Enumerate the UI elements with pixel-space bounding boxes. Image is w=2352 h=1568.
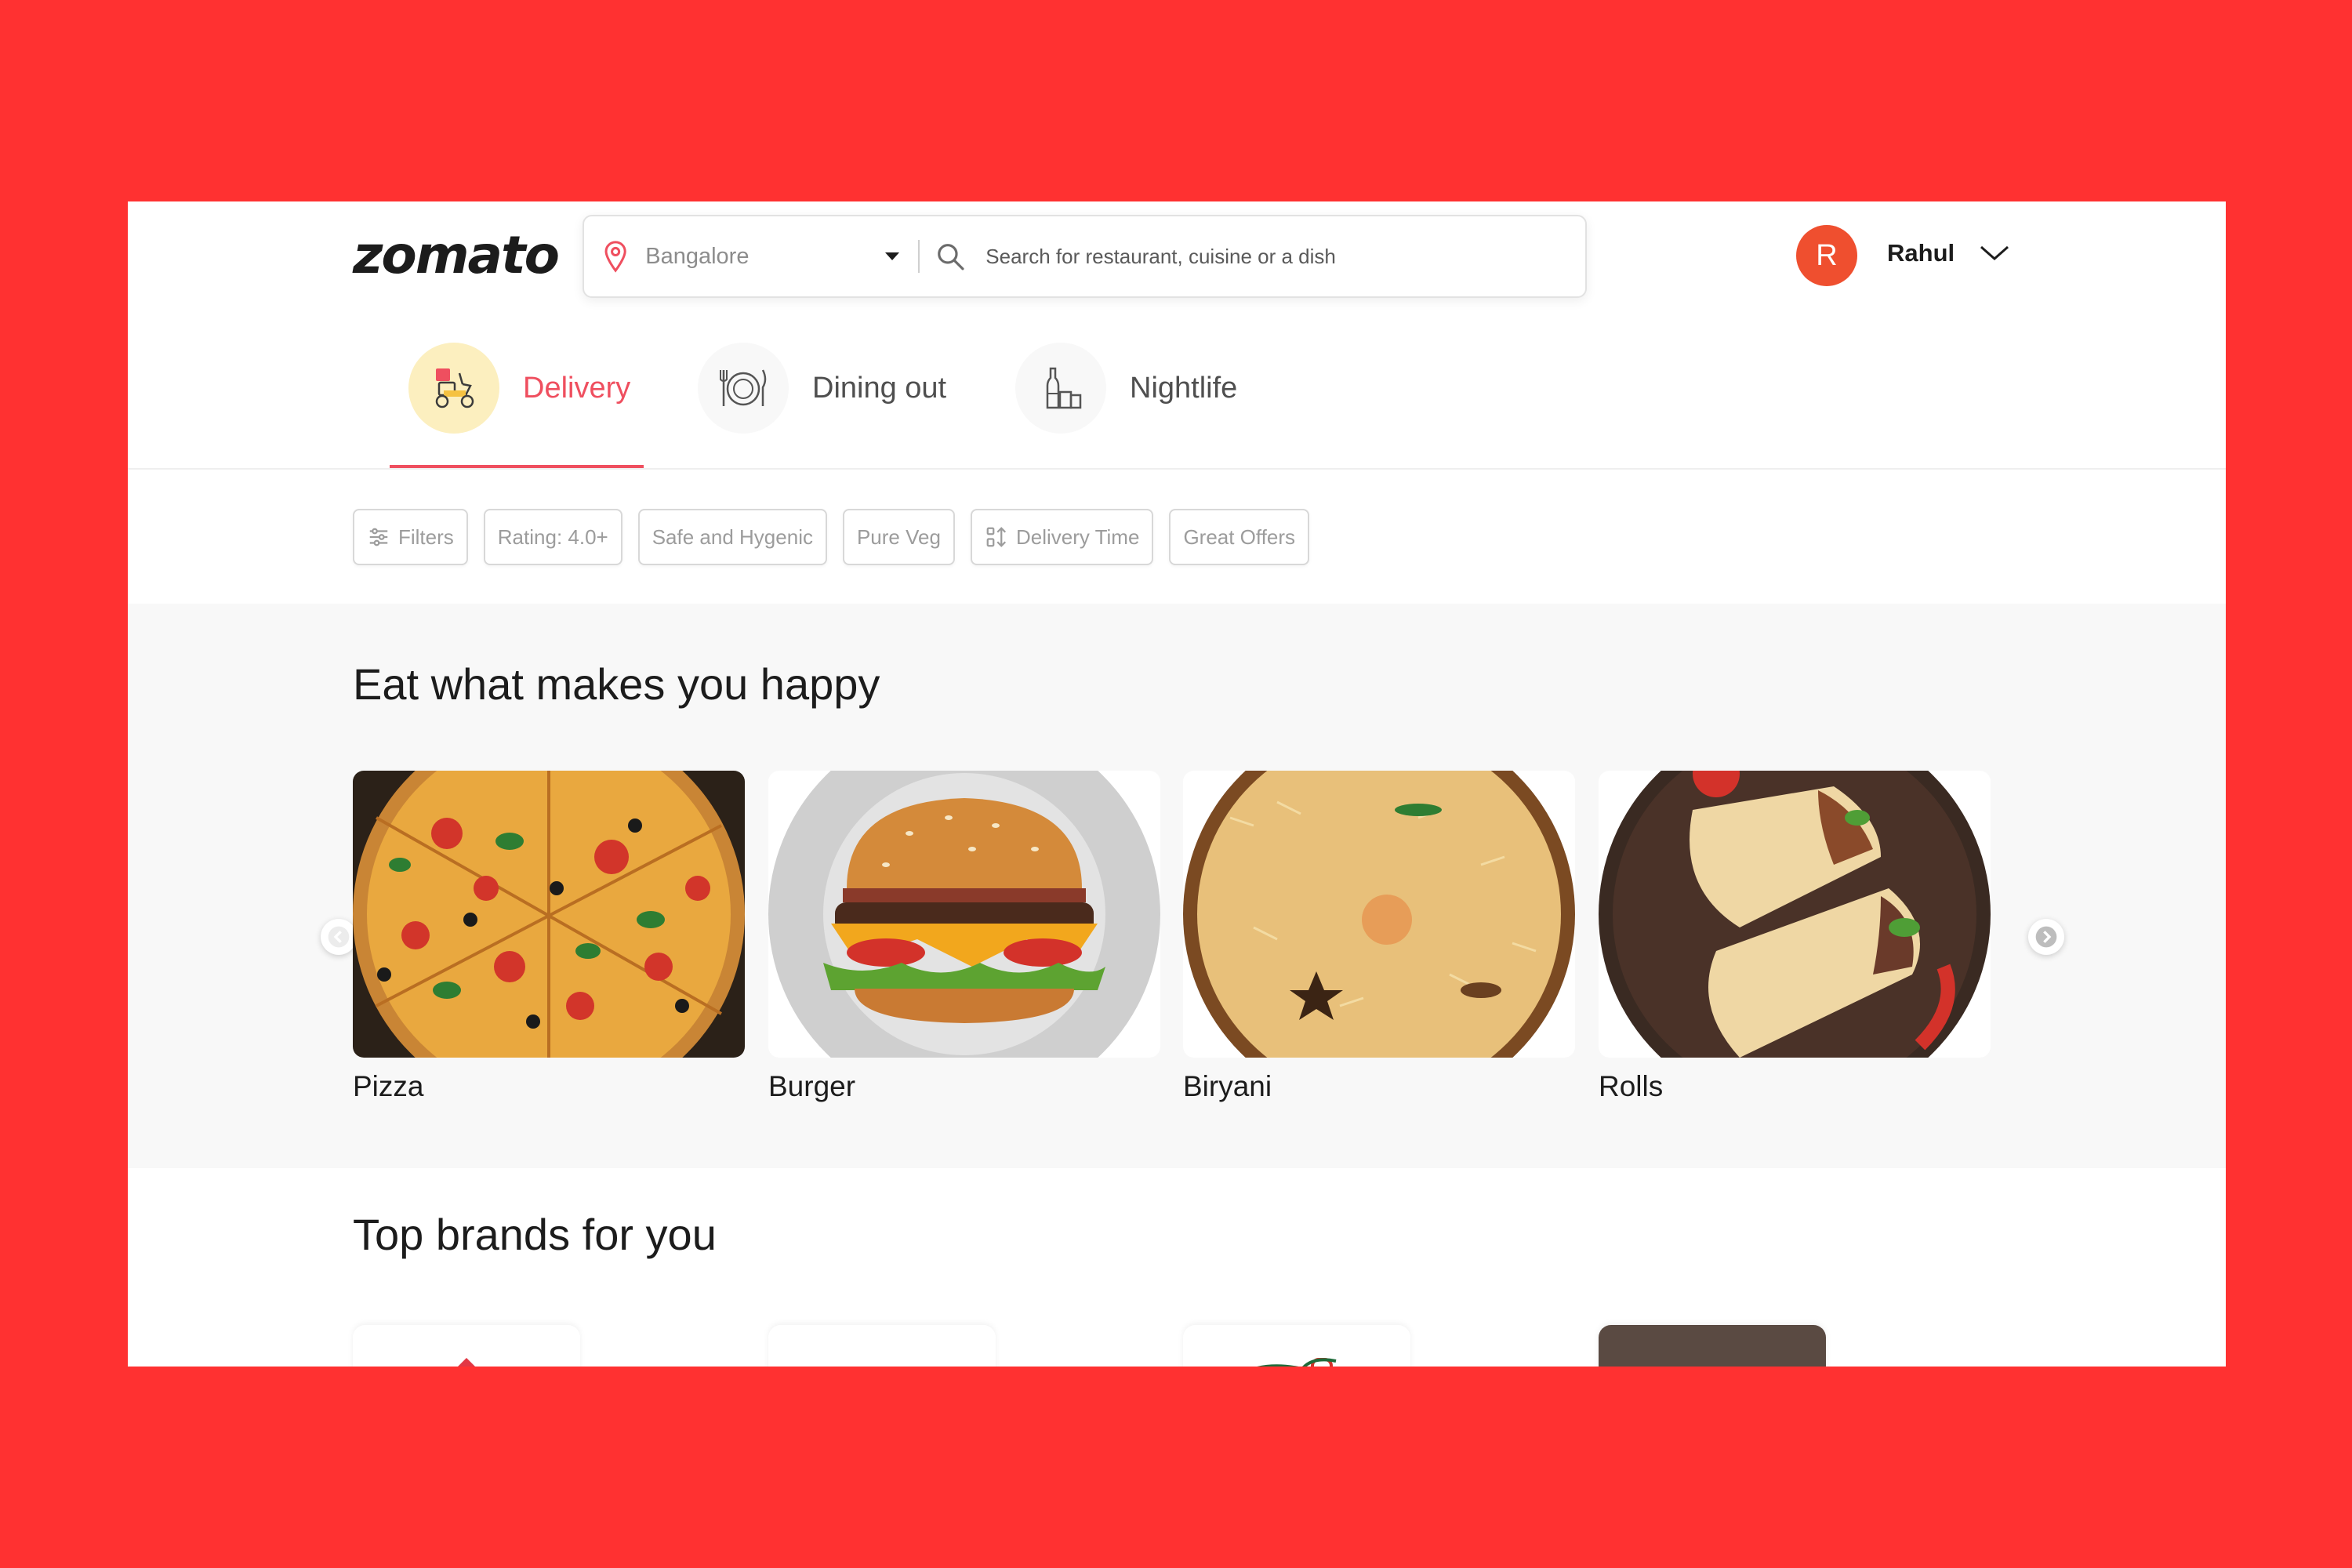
eat-section: Eat what makes you happy Pizza Burger Bi…	[128, 604, 2226, 1168]
tab-delivery-label: Delivery	[523, 371, 631, 405]
pure-veg-filter-chip[interactable]: Pure Veg	[842, 509, 955, 565]
eat-section-title: Eat what makes you happy	[353, 659, 880, 709]
biryani-image	[1183, 771, 1575, 1058]
food-card-pizza[interactable]: Pizza	[353, 771, 745, 1103]
tab-dining-out-label: Dining out	[812, 371, 947, 405]
carousel-prev-button[interactable]	[321, 919, 357, 955]
nightlife-bottle-icon	[1015, 343, 1106, 434]
brand-tile[interactable]	[1183, 1325, 1410, 1367]
pizza-image	[353, 771, 745, 1058]
brand-logo-icon	[1257, 1358, 1337, 1367]
search-divider	[918, 240, 920, 273]
caret-down-icon[interactable]	[885, 252, 900, 260]
great-offers-filter-chip[interactable]: Great Offers	[1169, 509, 1310, 565]
dining-plate-icon	[698, 343, 789, 434]
user-avatar[interactable]: R	[1796, 225, 1857, 286]
search-input[interactable]	[984, 243, 1586, 270]
tab-nightlife[interactable]: Nightlife	[1015, 343, 1237, 434]
delivery-time-filter-label: Delivery Time	[1015, 524, 1140, 549]
brand-logo-icon	[458, 1358, 475, 1367]
tab-dining-out[interactable]: Dining out	[698, 343, 946, 434]
brand-tile[interactable]	[353, 1325, 580, 1367]
safe-hygenic-filter-chip[interactable]: Safe and Hygenic	[637, 509, 827, 565]
rating-filter-label: Rating: 4.0+	[497, 524, 608, 549]
filters-button[interactable]: Filters	[353, 509, 468, 565]
brand-tile[interactable]	[768, 1325, 996, 1367]
food-card-label: Burger	[768, 1070, 856, 1102]
burger-image	[768, 771, 1160, 1058]
chevron-down-icon[interactable]	[1978, 241, 2011, 264]
rolls-image	[1599, 771, 1991, 1058]
filters-label: Filters	[398, 524, 454, 549]
brands-section-title: Top brands for you	[353, 1210, 717, 1259]
food-card-rolls[interactable]: Rolls	[1599, 771, 1991, 1103]
tab-nightlife-label: Nightlife	[1130, 371, 1238, 405]
rating-filter-chip[interactable]: Rating: 4.0+	[483, 509, 622, 565]
chevron-left-icon	[328, 926, 350, 948]
search-icon	[938, 244, 964, 270]
filter-chips: Filters Rating: 4.0+ Safe and Hygenic Pu…	[353, 509, 1310, 565]
delivery-scooter-icon	[408, 343, 499, 434]
food-card-label: Biryani	[1183, 1070, 1272, 1102]
user-name[interactable]: Rahul	[1887, 239, 1955, 267]
zomato-logo[interactable]: zomato	[353, 225, 560, 285]
delivery-time-filter-chip[interactable]: Delivery Time	[970, 509, 1154, 565]
app-window: zomato Bangalore R Rahul	[128, 201, 2226, 1367]
search-bar: Bangalore	[583, 215, 1587, 298]
food-card-burger[interactable]: Burger	[768, 771, 1160, 1103]
food-card-label: Rolls	[1599, 1070, 1664, 1102]
chevron-right-icon	[2035, 926, 2057, 948]
section-divider	[128, 468, 2226, 470]
safe-hygenic-filter-label: Safe and Hygenic	[652, 524, 813, 549]
sliders-icon	[369, 528, 388, 546]
carousel-next-button[interactable]	[2028, 919, 2064, 955]
sort-icon	[986, 527, 1006, 547]
pure-veg-filter-label: Pure Veg	[856, 524, 941, 549]
tab-delivery[interactable]: Delivery	[408, 343, 630, 434]
food-card-biryani[interactable]: Biryani	[1183, 771, 1575, 1103]
food-card-label: Pizza	[353, 1070, 424, 1102]
location-selector[interactable]: Bangalore	[645, 244, 869, 270]
location-pin-icon	[604, 241, 626, 273]
brand-tile[interactable]	[1599, 1325, 1826, 1367]
great-offers-filter-label: Great Offers	[1183, 524, 1296, 549]
